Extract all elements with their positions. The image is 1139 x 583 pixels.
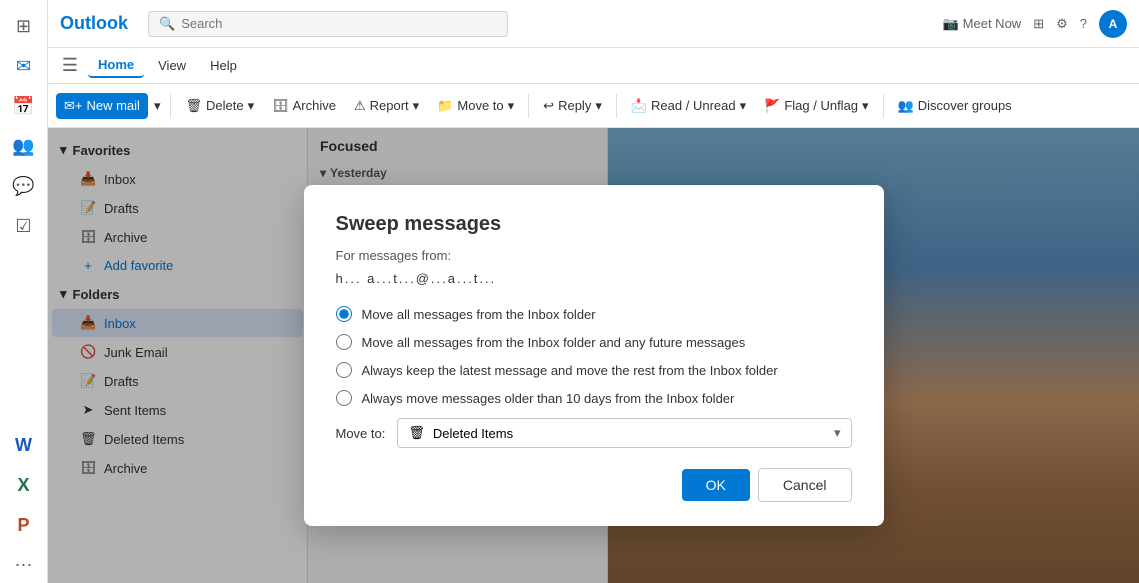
radio-option-1[interactable] bbox=[336, 306, 352, 322]
tab-view[interactable]: View bbox=[148, 54, 196, 77]
app-rail: ⊞ ✉ 📅 👥 💬 ☑ W X P ⋯ bbox=[0, 0, 48, 583]
title-bar: Outlook 🔍 📷 Meet Now ⊞ ⚙ ? A bbox=[48, 0, 1139, 48]
main-container: Outlook 🔍 📷 Meet Now ⊞ ⚙ ? A ☰ Home View… bbox=[48, 0, 1139, 583]
radio-option-2[interactable] bbox=[336, 334, 352, 350]
reply-icon: ↩ bbox=[543, 98, 554, 114]
archive-icon: 🗄 bbox=[272, 98, 289, 114]
meet-now-label: Meet Now bbox=[963, 16, 1022, 31]
flag-unflag-button[interactable]: 🚩 Flag / Unflag ▾ bbox=[756, 93, 876, 119]
content-area: ▾ Favorites 📥 Inbox 📝 Drafts 🗄 Archive +… bbox=[48, 128, 1139, 583]
flag-label: Flag / Unflag bbox=[784, 98, 858, 113]
delete-button[interactable]: 🗑 Delete ▾ bbox=[177, 93, 262, 119]
camera-icon: 📷 bbox=[942, 16, 958, 32]
cancel-button[interactable]: Cancel bbox=[758, 468, 852, 502]
modal-subtitle: For messages from: bbox=[336, 248, 852, 263]
reply-label: Reply bbox=[558, 98, 591, 113]
toolbar: ✉+ New mail ▾ 🗑 Delete ▾ 🗄 Archive ⚠ Rep… bbox=[48, 84, 1139, 128]
archive-label: Archive bbox=[293, 98, 336, 113]
search-input[interactable] bbox=[181, 16, 497, 31]
archive-button[interactable]: 🗄 Archive bbox=[264, 93, 344, 119]
move-to-value: Deleted Items bbox=[433, 426, 826, 441]
modal-email: h​... a​...t​...@​...a​...t​... bbox=[336, 271, 852, 286]
sweep-modal: Sweep messages For messages from: h​... … bbox=[304, 185, 884, 526]
move-to-select[interactable]: 🗑 Deleted Items ▾ bbox=[397, 418, 851, 448]
move-to-button[interactable]: 📁 Move to ▾ bbox=[429, 93, 522, 119]
read-unread-button[interactable]: 📩 Read / Unread ▾ bbox=[623, 93, 754, 119]
more-apps-icon[interactable]: ⋯ bbox=[6, 547, 42, 583]
move-to-label: Move to: bbox=[336, 426, 386, 441]
app-name: Outlook bbox=[60, 13, 128, 34]
option-1-label: Move all messages from the Inbox folder bbox=[362, 307, 596, 322]
modal-option-4[interactable]: Always move messages older than 10 days … bbox=[336, 390, 852, 406]
move-to-icon: 📁 bbox=[437, 98, 453, 114]
option-3-label: Always keep the latest message and move … bbox=[362, 363, 778, 378]
read-unread-icon: 📩 bbox=[631, 98, 647, 114]
people-icon[interactable]: 👥 bbox=[6, 128, 42, 164]
profile-icon[interactable]: A bbox=[1099, 10, 1127, 38]
read-unread-label: Read / Unread bbox=[651, 98, 736, 113]
settings-icon[interactable]: ⚙ bbox=[1056, 16, 1068, 32]
report-icon: ⚠ bbox=[354, 98, 366, 114]
modal-option-1[interactable]: Move all messages from the Inbox folder bbox=[336, 306, 852, 322]
sep-4 bbox=[883, 94, 884, 118]
tab-help[interactable]: Help bbox=[200, 54, 247, 77]
modal-title: Sweep messages bbox=[336, 213, 852, 236]
search-box[interactable]: 🔍 bbox=[148, 11, 508, 37]
new-mail-dropdown[interactable]: ▾ bbox=[150, 93, 165, 119]
modal-overlay: Sweep messages For messages from: h​... … bbox=[48, 128, 1139, 583]
read-unread-dropdown-icon: ▾ bbox=[740, 98, 747, 114]
new-mail-label: New mail bbox=[86, 98, 139, 113]
move-to-dropdown-icon: ▾ bbox=[508, 98, 515, 114]
report-label: Report bbox=[370, 98, 409, 113]
radio-option-3[interactable] bbox=[336, 362, 352, 378]
hamburger-menu[interactable]: ☰ bbox=[56, 52, 84, 80]
report-button[interactable]: ⚠ Report ▾ bbox=[346, 93, 427, 119]
sep-3 bbox=[616, 94, 617, 118]
apps-launcher[interactable]: ⊞ bbox=[1033, 16, 1044, 32]
calendar-icon[interactable]: 📅 bbox=[6, 88, 42, 124]
delete-dropdown-icon: ▾ bbox=[248, 98, 255, 114]
title-right: 📷 Meet Now ⊞ ⚙ ? A bbox=[942, 10, 1127, 38]
powerpoint-icon[interactable]: P bbox=[6, 507, 42, 543]
delete-label: Delete bbox=[206, 98, 244, 113]
modal-footer: OK Cancel bbox=[336, 468, 852, 502]
delete-icon: 🗑 bbox=[185, 98, 202, 114]
flag-dropdown-icon: ▾ bbox=[862, 98, 869, 114]
excel-icon[interactable]: X bbox=[6, 467, 42, 503]
new-mail-button[interactable]: ✉+ New mail bbox=[56, 93, 148, 119]
tab-home[interactable]: Home bbox=[88, 53, 144, 78]
discover-groups-icon: 👥 bbox=[898, 98, 914, 114]
move-to-label: Move to bbox=[457, 98, 503, 113]
nav-bar: ☰ Home View Help bbox=[48, 48, 1139, 84]
ok-button[interactable]: OK bbox=[682, 469, 750, 501]
radio-option-4[interactable] bbox=[336, 390, 352, 406]
help-icon[interactable]: ? bbox=[1080, 16, 1087, 31]
sep-2 bbox=[528, 94, 529, 118]
reply-button[interactable]: ↩ Reply ▾ bbox=[535, 93, 610, 119]
select-chevron-icon: ▾ bbox=[834, 425, 841, 441]
sep-1 bbox=[170, 94, 171, 118]
word-icon[interactable]: W bbox=[6, 427, 42, 463]
video-call-icon[interactable]: 📷 Meet Now bbox=[942, 16, 1021, 32]
tasks-icon[interactable]: ☑ bbox=[6, 208, 42, 244]
discover-groups-label: Discover groups bbox=[918, 98, 1012, 113]
search-icon: 🔍 bbox=[159, 16, 175, 32]
modal-moveto: Move to: 🗑 Deleted Items ▾ bbox=[336, 418, 852, 448]
reply-dropdown-icon: ▾ bbox=[595, 98, 602, 114]
new-mail-icon: ✉+ bbox=[64, 98, 82, 114]
report-dropdown-icon: ▾ bbox=[413, 98, 420, 114]
chat-icon[interactable]: 💬 bbox=[6, 168, 42, 204]
grid-icon[interactable]: ⊞ bbox=[6, 8, 42, 44]
option-2-label: Move all messages from the Inbox folder … bbox=[362, 335, 746, 350]
modal-option-2[interactable]: Move all messages from the Inbox folder … bbox=[336, 334, 852, 350]
option-4-label: Always move messages older than 10 days … bbox=[362, 391, 735, 406]
modal-option-3[interactable]: Always keep the latest message and move … bbox=[336, 362, 852, 378]
mail-icon[interactable]: ✉ bbox=[6, 48, 42, 84]
deleted-items-icon: 🗑 bbox=[408, 425, 425, 441]
discover-groups-button[interactable]: 👥 Discover groups bbox=[890, 93, 1020, 119]
flag-icon: 🚩 bbox=[764, 98, 780, 114]
